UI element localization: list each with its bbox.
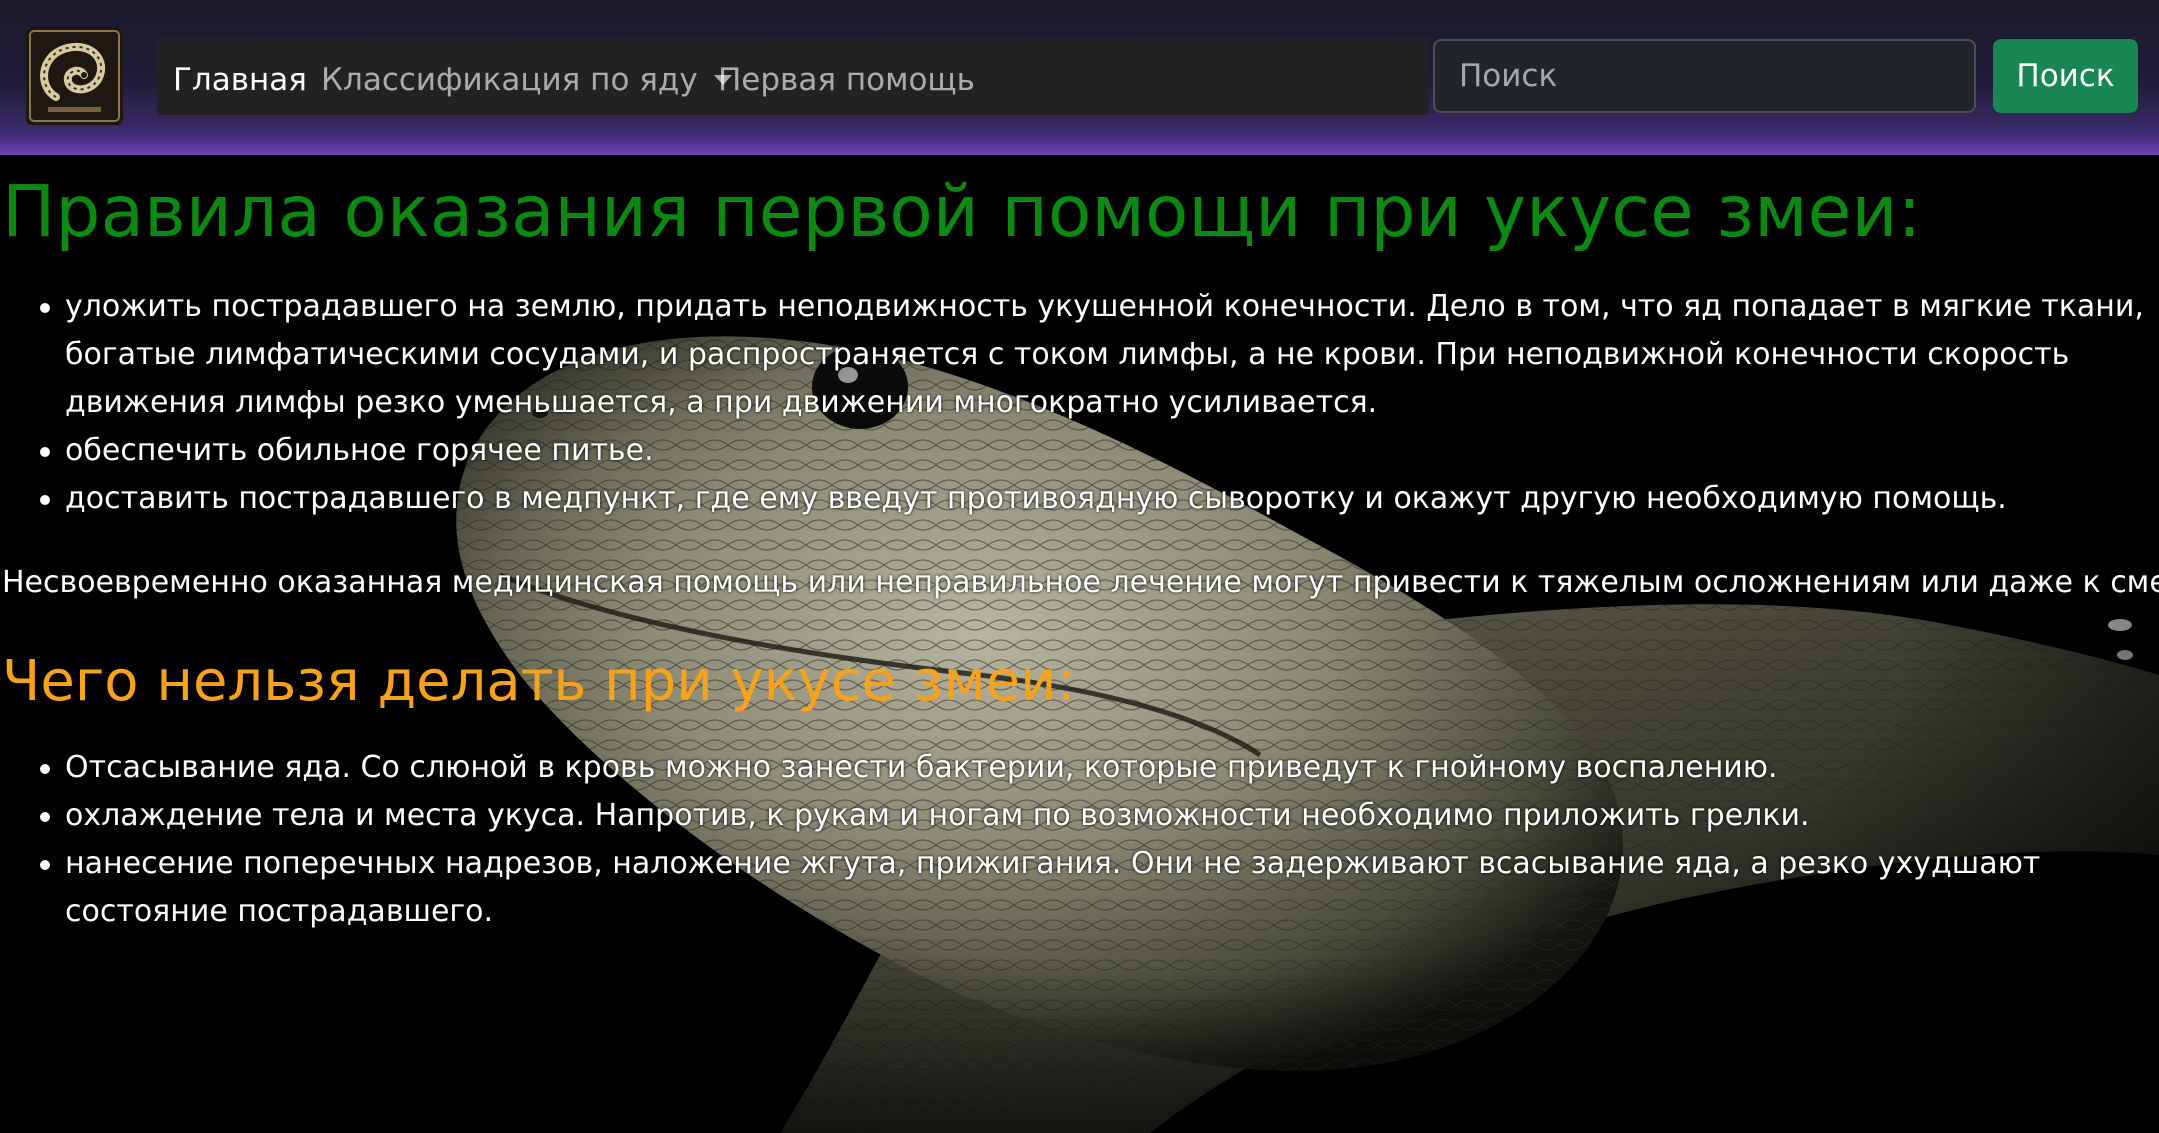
list-item: доставить пострадавшего в медпункт, где … <box>2 475 2152 523</box>
dont-section-title: Чего нельзя делать при укусе змеи: <box>2 649 1076 714</box>
nav-link-home[interactable]: Главная <box>173 58 307 102</box>
list-item: нанесение поперечных надрезов, наложение… <box>2 840 2152 936</box>
nav-link-first-aid[interactable]: Первая помощь <box>718 58 975 102</box>
dont-list: Отсасывание яда. Со слюной в кровь можно… <box>2 744 2152 936</box>
list-item: уложить пострадавшего на землю, придать … <box>2 283 2152 427</box>
first-aid-list: уложить пострадавшего на землю, придать … <box>2 283 2152 523</box>
nav-dropdown-label: Классификация по яду <box>321 62 698 98</box>
list-item: Отсасывание яда. Со слюной в кровь можно… <box>2 744 2152 792</box>
page: Главная Классификация по яду Первая помо… <box>0 0 2159 1133</box>
navbar: Главная Классификация по яду Первая помо… <box>0 0 2159 155</box>
list-item: охлаждение тела и места укуса. Напротив,… <box>2 792 2152 840</box>
nav-dropdown-venom-classification[interactable]: Классификация по яду <box>321 58 732 102</box>
list-item: обеспечить обильное горячее питье. <box>2 427 2152 475</box>
warning-note: Несвоевременно оказанная медицинская пом… <box>2 565 2159 600</box>
search-button[interactable]: Поиск <box>1993 39 2138 113</box>
snake-emblem-icon[interactable] <box>26 27 123 125</box>
search-input[interactable] <box>1433 39 1976 113</box>
page-title: Правила оказания первой помощи при укусе… <box>2 170 1922 253</box>
